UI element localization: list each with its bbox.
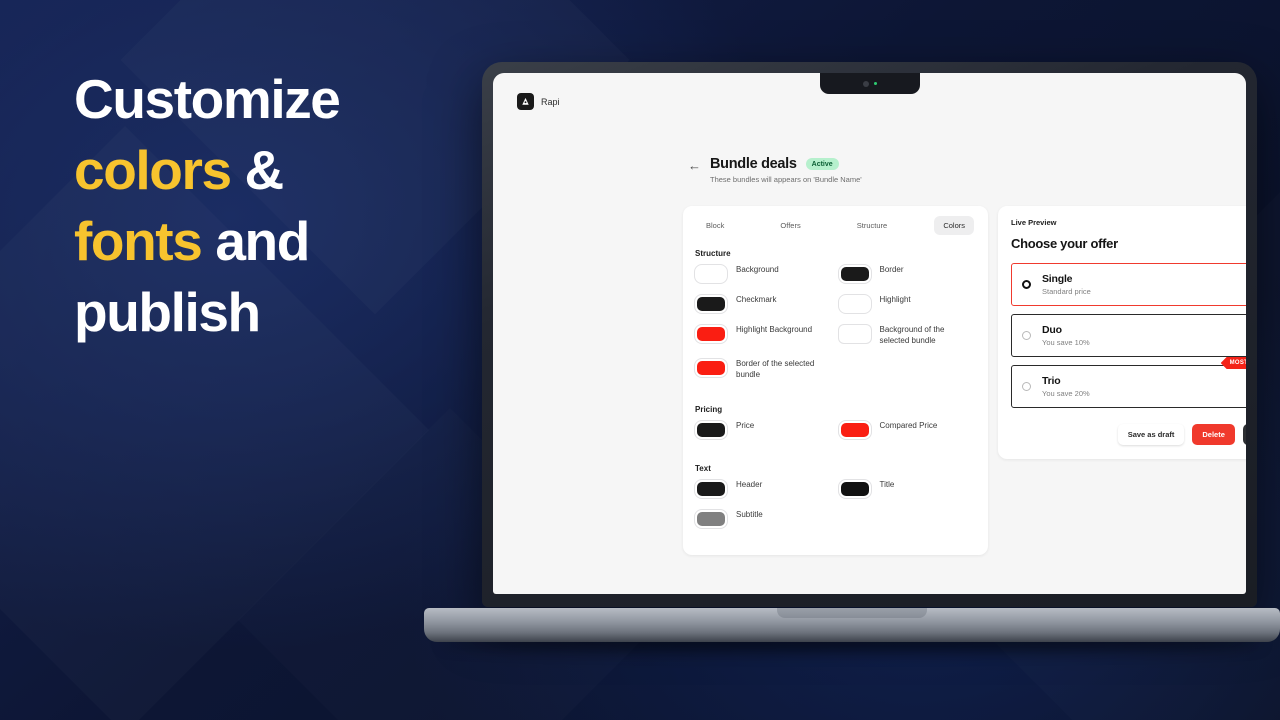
color-swatch-background-of-the-selected-bundle[interactable] — [838, 325, 871, 343]
swatch-grid: Background Border Checkmark Highlight Highli… — [695, 264, 976, 391]
promo-line-1-text: Customize — [74, 68, 341, 130]
tab-offers[interactable]: Offers — [771, 216, 809, 235]
color-swatch-price[interactable] — [695, 421, 727, 440]
app-window: Rapi ← Bundle deals Active These bundles… — [493, 73, 1246, 594]
swatch-row: Header — [695, 479, 833, 499]
color-swatch-border[interactable] — [838, 265, 871, 283]
group-label-structure: Structure — [695, 249, 731, 258]
group-label-pricing: Pricing — [695, 405, 723, 415]
page-title: Bundle deals — [710, 156, 797, 172]
radio-button-icon[interactable] — [1022, 382, 1031, 391]
color-swatch-border-of-the-selected-bundle[interactable] — [695, 358, 727, 377]
swatch-label: Border — [879, 265, 904, 274]
promo-line-4-text: publish — [74, 280, 261, 343]
color-swatch-header[interactable] — [695, 480, 727, 499]
swatch-grid: Price Compared Price — [695, 420, 976, 450]
offer-list: SingleStandard price$10.00DuoYou save 10… — [1011, 263, 1246, 408]
group-label-text: Text — [695, 464, 711, 474]
promo-line-3-rest: and — [215, 209, 310, 272]
offer-name: Duo — [1042, 324, 1062, 336]
swatch-label: Subtitle — [736, 510, 763, 520]
swatch-label: Compared Price — [879, 421, 938, 431]
swatch-label: Border of the selected bundle — [736, 358, 815, 380]
swatch-row: Checkmark — [695, 294, 833, 313]
swatch-row: Compared Price — [838, 420, 977, 440]
offer-subtitle: Standard price — [1042, 287, 1091, 296]
rapi-logo-icon — [517, 93, 534, 110]
camera-led-icon — [873, 82, 877, 85]
brand-name: Rapi — [541, 96, 560, 107]
swatch-label: Title — [879, 480, 895, 490]
back-arrow-icon[interactable]: ← — [688, 159, 701, 172]
offer-option-duo[interactable]: DuoYou save 10%$18.00$20.00 — [1011, 314, 1246, 357]
swatch-row: Price — [695, 420, 833, 440]
save-as-draft-button[interactable]: Save as draft — [1117, 424, 1185, 445]
color-swatch-background[interactable] — [695, 265, 727, 283]
offer-details: Duo You save 10% — [1042, 324, 1246, 347]
laptop-mockup: Rapi ← Bundle deals Active These bundles… — [424, 62, 1280, 651]
radio-button-icon[interactable] — [1022, 331, 1031, 340]
live-preview-title: Choose your offer — [1011, 236, 1118, 251]
page-subtitle: These bundles will appears on 'Bundle Na… — [710, 175, 862, 184]
brand-logo[interactable]: Rapi — [517, 93, 1222, 110]
swatch-grid: Header Title Subtitle — [695, 479, 976, 539]
swatch-row: Title — [838, 479, 977, 499]
offer-name: Trio — [1042, 375, 1061, 387]
offer-subtitle: You save 10% — [1042, 338, 1090, 347]
laptop-lid: Rapi ← Bundle deals Active These bundles… — [482, 62, 1257, 607]
swatch-row: Background — [695, 264, 833, 283]
most-popular-badge: MOST POPULAR — [1220, 357, 1246, 369]
live-preview-card: Live Preview Choose your offer Single Sta… — [998, 206, 1246, 459]
settings-tabs: Block Offers Structure Colors — [695, 216, 976, 235]
color-swatch-checkmark[interactable] — [695, 295, 727, 313]
color-swatch-highlight-background[interactable] — [695, 325, 727, 343]
tab-block[interactable]: Block — [697, 216, 733, 235]
swatch-row: Subtitle — [695, 509, 833, 529]
swatch-label: Price — [736, 421, 755, 431]
publish-button[interactable]: Publish — [1242, 424, 1246, 445]
promo-line-3-accent: fonts — [74, 209, 203, 272]
swatch-row: Highlight Background — [695, 324, 833, 347]
status-badge: Active — [805, 158, 839, 170]
live-preview-label: Live Preview — [1011, 218, 1057, 227]
action-buttons: Save as draft Delete Publish — [1011, 424, 1246, 445]
laptop-base — [424, 608, 1280, 642]
delete-button[interactable]: Delete — [1192, 424, 1235, 445]
swatch-row: Highlight — [838, 294, 977, 313]
title-row: Bundle deals Active — [710, 156, 862, 172]
tab-colors[interactable]: Colors — [934, 216, 974, 235]
swatch-label: Checkmark — [736, 295, 777, 304]
camera-icon — [862, 80, 869, 87]
swatch-row: Border — [838, 264, 977, 283]
color-swatch-highlight[interactable] — [838, 295, 871, 313]
promo-line-2-rest: & — [244, 138, 285, 201]
swatch-row: Border of the selected bundle — [695, 358, 833, 381]
swatch-label: Background of the selected bundle — [879, 325, 945, 346]
promo-line-2-accent: colors — [74, 138, 232, 201]
swatch-row: Background of the selected bundle — [838, 324, 977, 347]
page-header: ← Bundle deals Active These bundles will… — [688, 156, 862, 184]
swatch-label: Header — [736, 480, 763, 490]
offer-details: Single Standard price — [1042, 273, 1246, 296]
offer-option-trio[interactable]: MOST POPULARTrioYou save 20%$24.00$30.00 — [1011, 357, 1246, 408]
editor-panels: Block Offers Structure Colors Structure Back… — [683, 206, 1246, 556]
color-swatch-compared-price[interactable] — [838, 421, 871, 440]
webcam-notch — [819, 73, 920, 94]
radio-button-icon[interactable] — [1022, 280, 1031, 289]
color-swatch-title[interactable] — [838, 480, 871, 499]
color-groups: Structure Background Border Checkmark Highli… — [695, 249, 976, 539]
offer-subtitle: You save 20% — [1042, 389, 1090, 398]
swatch-label: Highlight — [879, 295, 911, 304]
offer-name: Single — [1042, 273, 1073, 285]
tab-structure[interactable]: Structure — [848, 216, 896, 235]
swatch-label: Highlight Background — [736, 325, 813, 334]
laptop-screen: Rapi ← Bundle deals Active These bundles… — [493, 73, 1246, 594]
color-swatch-subtitle[interactable] — [695, 510, 727, 529]
offer-details: Trio You save 20% — [1042, 375, 1246, 398]
color-settings-card: Block Offers Structure Colors Structure Back… — [683, 206, 988, 556]
swatch-label: Background — [736, 265, 779, 274]
offer-option-single[interactable]: SingleStandard price$10.00 — [1011, 263, 1246, 306]
